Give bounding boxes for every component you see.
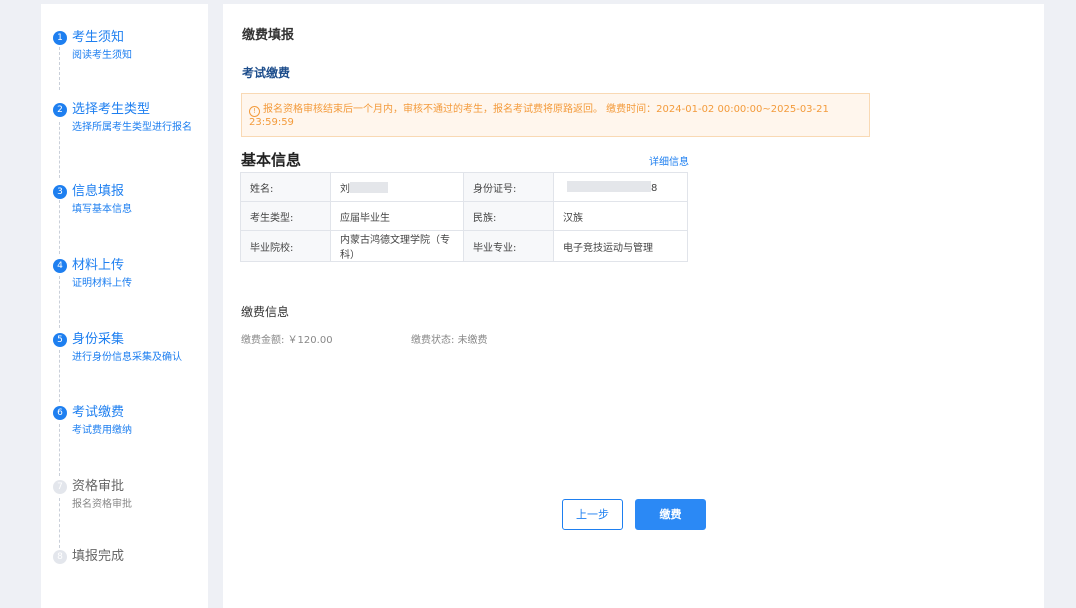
step-item-notice[interactable]: 1 考生须知 阅读考生须知 <box>53 29 203 62</box>
step-title: 考试缴费 <box>72 405 125 420</box>
step-number: 4 <box>53 259 67 273</box>
fee-amount-label: 缴费金额: <box>241 335 285 346</box>
step-number: 7 <box>53 480 67 494</box>
name-value: 刘 <box>330 172 464 202</box>
section-title: 考试缴费 <box>242 66 291 80</box>
detail-info-link[interactable]: 详细信息 <box>649 153 689 168</box>
name-label: 姓名: <box>240 172 331 202</box>
step-title: 资格审批 <box>72 479 125 494</box>
table-row: 姓名: 刘 身份证号: 8 <box>240 172 688 202</box>
basic-info-title: 基本信息 <box>241 151 302 169</box>
masked-text <box>350 181 388 193</box>
step-title: 身份采集 <box>72 332 125 347</box>
major-label: 毕业专业: <box>463 230 554 262</box>
payment-notice: ! 报名资格审核结束后一个月内，审核不通过的考生，报名考试费将原路返回。 缴费时间… <box>241 93 870 137</box>
nation-label: 民族: <box>463 201 554 231</box>
step-desc: 考试费用缴纳 <box>72 425 132 436</box>
major-value: 电子竞技运动与管理 <box>553 230 688 262</box>
step-desc: 证明材料上传 <box>72 278 132 289</box>
basic-info-table: 姓名: 刘 身份证号: 8 考生类型: 应届毕业生 民族: 汉族 毕业院校: 内… <box>240 172 688 262</box>
step-item-approval: 7 资格审批 报名资格审批 <box>53 478 203 511</box>
step-item-identity[interactable]: 5 身份采集 进行身份信息采集及确认 <box>53 331 203 364</box>
step-desc: 选择所属考生类型进行报名 <box>72 122 192 133</box>
notice-text-cont: 23:59:59 <box>249 117 294 128</box>
masked-text <box>567 180 651 192</box>
step-item-info-fill[interactable]: 3 信息填报 填写基本信息 <box>53 183 203 216</box>
fee-status-value: 未缴费 <box>457 335 488 346</box>
table-row: 考生类型: 应届毕业生 民族: 汉族 <box>240 201 688 231</box>
step-title: 信息填报 <box>72 184 125 199</box>
notice-text: 报名资格审核结束后一个月内，审核不通过的考生，报名考试费将原路返回。 缴费时间：… <box>263 104 829 115</box>
fee-status: 缴费状态: 未缴费 <box>411 331 488 346</box>
step-item-material-upload[interactable]: 4 材料上传 证明材料上传 <box>53 257 203 290</box>
step-title: 材料上传 <box>72 258 125 273</box>
step-title: 选择考生类型 <box>72 102 151 117</box>
info-icon: ! <box>249 106 260 117</box>
step-item-complete: 8 填报完成 <box>53 548 203 566</box>
step-navigator: 1 考生须知 阅读考生须知 2 选择考生类型 选择所属考生类型进行报名 3 信息… <box>41 4 208 608</box>
main-panel: 缴费填报 考试缴费 ! 报名资格审核结束后一个月内，审核不通过的考生，报名考试费将… <box>223 4 1044 608</box>
step-number: 1 <box>53 31 67 45</box>
step-desc: 阅读考生须知 <box>72 50 132 61</box>
page-title: 缴费填报 <box>242 28 295 43</box>
fee-amount-value: ￥120.00 <box>287 335 333 346</box>
prev-step-button[interactable]: 上一步 <box>562 499 623 530</box>
id-value: 8 <box>553 172 688 202</box>
type-label: 考生类型: <box>240 201 331 231</box>
step-desc: 填写基本信息 <box>72 204 132 215</box>
step-number: 6 <box>53 406 67 420</box>
step-item-candidate-type[interactable]: 2 选择考生类型 选择所属考生类型进行报名 <box>53 101 203 134</box>
step-number: 5 <box>53 333 67 347</box>
fee-amount: 缴费金额: ￥120.00 <box>241 331 333 346</box>
id-label: 身份证号: <box>463 172 554 202</box>
step-number: 3 <box>53 185 67 199</box>
fee-status-label: 缴费状态: <box>411 335 455 346</box>
step-number: 2 <box>53 103 67 117</box>
step-desc: 报名资格审批 <box>72 499 132 510</box>
step-desc: 进行身份信息采集及确认 <box>72 352 182 363</box>
step-number: 8 <box>53 550 67 564</box>
step-title: 填报完成 <box>72 549 125 564</box>
step-title: 考生须知 <box>72 30 125 45</box>
type-value: 应届毕业生 <box>330 201 464 231</box>
nation-value: 汉族 <box>553 201 688 231</box>
step-item-payment[interactable]: 6 考试缴费 考试费用缴纳 <box>53 404 203 437</box>
fee-info-title: 缴费信息 <box>241 305 290 319</box>
table-row: 毕业院校: 内蒙古鸿德文理学院（专科） 毕业专业: 电子竞技运动与管理 <box>240 230 688 262</box>
school-value: 内蒙古鸿德文理学院（专科） <box>330 230 464 262</box>
pay-button[interactable]: 缴费 <box>635 499 706 530</box>
school-label: 毕业院校: <box>240 230 331 262</box>
